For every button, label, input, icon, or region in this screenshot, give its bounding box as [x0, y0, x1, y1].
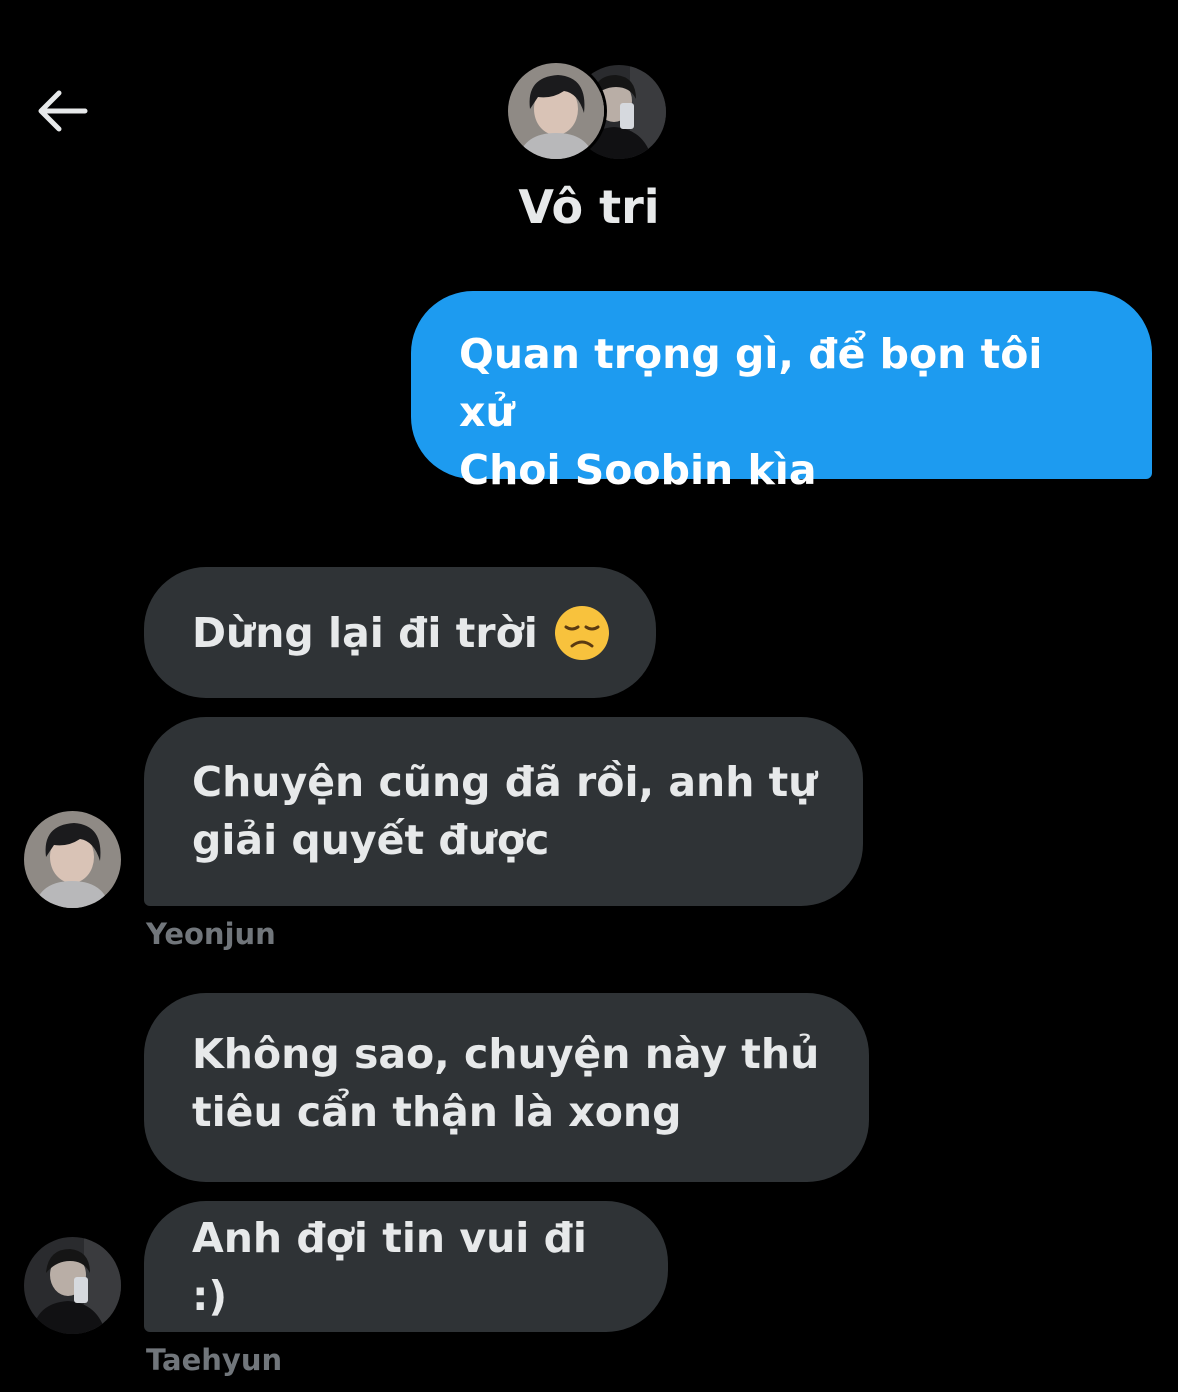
- avatar-yeonjun: [508, 63, 604, 159]
- message-bubble-received[interactable]: Không sao, chuyện này thủ tiêu cẩn thận …: [144, 993, 869, 1182]
- sender-name: Yeonjun: [146, 917, 276, 951]
- message-bubble-sent[interactable]: Quan trọng gì, để bọn tôi xử Choi Soobin…: [411, 291, 1152, 494]
- disappointed-face-emoji: [554, 605, 610, 661]
- sender-name: Taehyun: [146, 1343, 283, 1377]
- sender-avatar-taehyun[interactable]: [24, 1237, 121, 1334]
- arrow-left-icon: [38, 90, 88, 132]
- message-bubble-received[interactable]: Chuyện cũng đã rồi, anh tự giải quyết đư…: [144, 717, 863, 906]
- back-button[interactable]: [28, 80, 94, 142]
- message-line: tiêu cẩn thận là xong: [192, 1088, 682, 1136]
- message-line: Quan trọng gì, để bọn tôi xử: [459, 330, 1043, 436]
- message-text: Anh đợi tin vui đi :): [192, 1213, 587, 1320]
- message-line: Chuyện cũng đã rồi, anh tự: [192, 758, 818, 806]
- chat-title: Vô tri: [518, 180, 660, 234]
- message-bubble-received[interactable]: Anh đợi tin vui đi :): [144, 1201, 668, 1332]
- message-line: giải quyết được: [192, 816, 550, 864]
- message-text: Dừng lại đi trời: [192, 608, 538, 657]
- message-bubble-received[interactable]: Dừng lại đi trời: [144, 567, 656, 698]
- sender-avatar-yeonjun[interactable]: [24, 811, 121, 908]
- message-line: Choi Soobin kìa: [459, 446, 817, 494]
- message-line: Không sao, chuyện này thủ: [192, 1030, 820, 1078]
- group-avatars[interactable]: [508, 63, 670, 161]
